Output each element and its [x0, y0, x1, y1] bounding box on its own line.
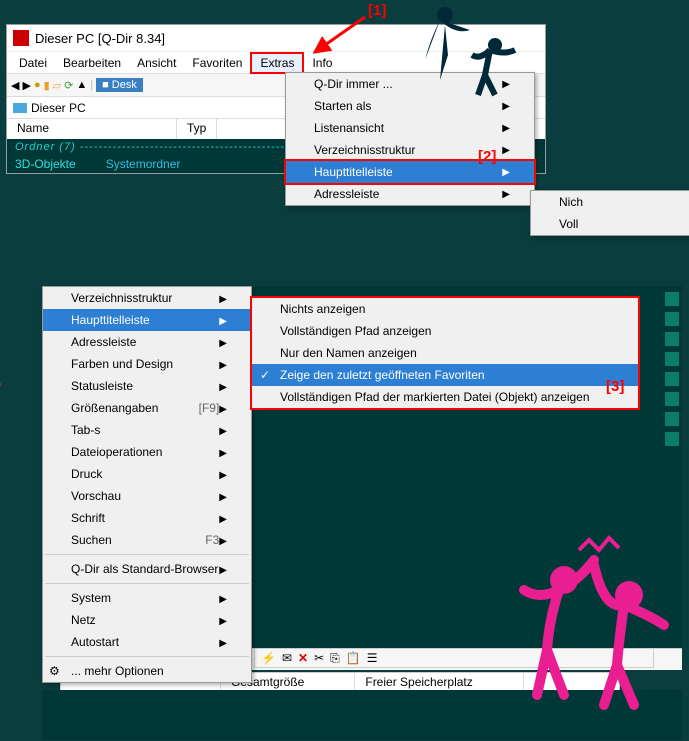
mail-icon[interactable]: ✉	[282, 651, 292, 665]
menu-separator	[45, 554, 249, 555]
strip-icon[interactable]	[665, 392, 679, 406]
menu-item[interactable]: Haupttitelleiste▶	[43, 309, 251, 331]
open-icon[interactable]: ▱	[53, 79, 61, 92]
menu-item[interactable]: Größenangaben[F9]▶	[43, 397, 251, 419]
menu-item[interactable]: Tab-s▶	[43, 419, 251, 441]
toolbar-sep: |	[90, 79, 93, 91]
menu-item[interactable]: Dateioperationen▶	[43, 441, 251, 463]
view-icon[interactable]: ☰	[367, 651, 378, 665]
refresh-icon[interactable]: ⟳	[64, 79, 73, 92]
strip-icon[interactable]	[665, 372, 679, 386]
menu-separator	[45, 583, 249, 584]
col-frei[interactable]: Freier Speicherplatz	[355, 673, 523, 691]
col-type[interactable]: Typ	[177, 119, 217, 139]
globe-icon[interactable]: ●	[34, 79, 41, 91]
menu-item[interactable]: Autostart▶	[43, 631, 251, 653]
strip-icon[interactable]	[665, 292, 679, 306]
menu-item[interactable]: Statusleiste▶	[43, 375, 251, 397]
up-icon[interactable]: ▲	[76, 79, 87, 91]
menu-item[interactable]: Netz▶	[43, 609, 251, 631]
menu-item[interactable]: Nichts anzeigen	[252, 298, 638, 320]
strip-icon[interactable]	[665, 332, 679, 346]
nav-back-icon[interactable]: ◀	[11, 79, 19, 92]
folder-icon[interactable]: ▮	[44, 79, 50, 92]
menu-item[interactable]: Q-Dir als Standard-Browser▶	[43, 558, 251, 580]
watermark-text: www.SoftwareOK.de :-)	[0, 379, 2, 621]
decorative-figure-bottom	[509, 520, 679, 720]
menu-extras[interactable]: Extras	[250, 52, 304, 74]
strip-icon[interactable]	[665, 412, 679, 426]
menu-datei[interactable]: Datei	[11, 54, 55, 72]
strip-icon[interactable]	[665, 432, 679, 446]
menu-separator	[45, 656, 249, 657]
annotation-3: [3]	[606, 378, 624, 395]
menu-item[interactable]: Nich	[531, 191, 689, 213]
desktop-chip[interactable]: ■ Desk	[96, 78, 143, 92]
copy-icon[interactable]: ⎘	[330, 651, 340, 666]
menu-item[interactable]: Voll	[531, 213, 689, 235]
menu-item[interactable]: Haupttitelleiste▶	[284, 159, 536, 185]
menu-item[interactable]: Adressleiste▶	[43, 331, 251, 353]
window-title: Dieser PC [Q-Dir 8.34]	[35, 31, 165, 46]
menu-item[interactable]: ⚙... mehr Optionen	[43, 660, 251, 682]
decorative-figure-top	[410, 0, 530, 100]
menu-item[interactable]: Druck▶	[43, 463, 251, 485]
paste-icon[interactable]: 📋	[346, 651, 361, 665]
annotation-arrow	[310, 12, 370, 57]
annotation-2: [2]	[478, 148, 496, 165]
col-name[interactable]: Name	[7, 119, 177, 139]
menu-item[interactable]: Vollständigen Pfad der markierten Datei …	[252, 386, 638, 408]
menu-item[interactable]: Vollständigen Pfad anzeigen	[252, 320, 638, 342]
menu-item[interactable]: SuchenF3▶	[43, 529, 251, 551]
bolt-icon[interactable]: ⚡	[261, 651, 276, 665]
menu-favoriten[interactable]: Favoriten	[184, 54, 250, 72]
menu-item[interactable]: Vorschau▶	[43, 485, 251, 507]
menu-ansicht[interactable]: Ansicht	[129, 54, 184, 72]
menu-item[interactable]: Verzeichnisstruktur▶	[43, 287, 251, 309]
delete-icon[interactable]: ✕	[298, 651, 308, 665]
menu-item[interactable]: Listenansicht▶	[286, 117, 534, 139]
menu-bearbeiten[interactable]: Bearbeiten	[55, 54, 129, 72]
cut-icon[interactable]: ✂	[314, 651, 324, 665]
haupttitelleiste-submenu-peek: NichVoll	[530, 190, 689, 236]
strip-icon[interactable]	[665, 312, 679, 326]
right-icon-strip	[665, 292, 683, 446]
menu-item[interactable]: Nur den Namen anzeigen	[252, 342, 638, 364]
menu-item[interactable]: Verzeichnisstruktur▶	[286, 139, 534, 161]
extras-dropdown-2: Verzeichnisstruktur▶Haupttitelleiste▶Adr…	[42, 286, 252, 683]
haupttitelleiste-submenu: Nichts anzeigenVollständigen Pfad anzeig…	[250, 296, 640, 410]
nav-fwd-icon[interactable]: ▶	[22, 79, 30, 92]
item-name: 3D-Objekte	[15, 157, 76, 171]
breadcrumb-text: Dieser PC	[31, 101, 86, 115]
item-type: Systemordner	[106, 157, 181, 171]
menu-item[interactable]: System▶	[43, 587, 251, 609]
menu-item[interactable]: Farben und Design▶	[43, 353, 251, 375]
strip-icon[interactable]	[665, 352, 679, 366]
pc-icon	[13, 103, 27, 113]
menu-item[interactable]: Schrift▶	[43, 507, 251, 529]
app-icon	[13, 30, 29, 46]
menu-item[interactable]: Adressleiste▶	[286, 183, 534, 205]
annotation-1: [1]	[368, 2, 386, 19]
menu-item[interactable]: ✓Zeige den zuletzt geöffneten Favoriten	[252, 364, 638, 386]
